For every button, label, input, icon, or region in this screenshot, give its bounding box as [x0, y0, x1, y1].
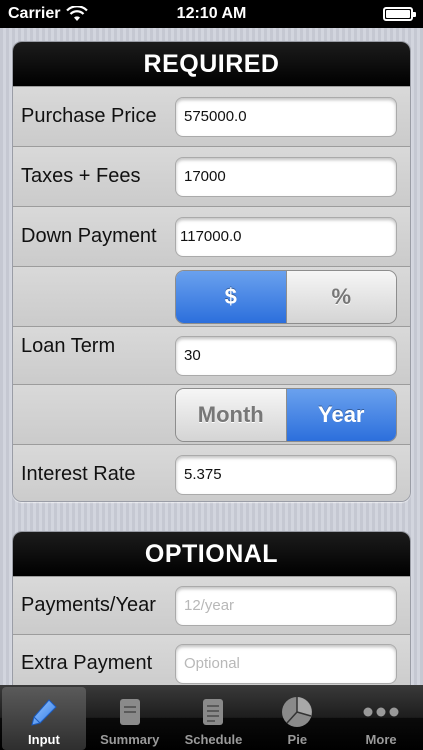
down-payment-label: Down Payment — [21, 225, 157, 247]
tab-pie[interactable]: Pie — [255, 685, 339, 750]
loan-term-unit-control: Month Year — [175, 387, 397, 442]
more-dots-icon — [362, 694, 400, 730]
purchase-price-label: Purchase Price — [21, 105, 157, 127]
tab-schedule-label: Schedule — [184, 732, 243, 747]
taxes-fees-row: Taxes + Fees 17000 — [13, 146, 410, 206]
down-payment-unit-row: $ % — [13, 266, 410, 326]
carrier-label: Carrier — [8, 5, 61, 22]
tab-bar: Input Summary Schedule Pie More — [0, 685, 423, 750]
purchase-price-input[interactable]: 575000.0 — [175, 96, 397, 137]
tab-more[interactable]: More — [339, 685, 423, 750]
taxes-fees-label: Taxes + Fees — [21, 165, 141, 187]
tab-schedule[interactable]: Schedule — [172, 685, 256, 750]
required-header: REQUIRED — [13, 42, 410, 86]
wifi-icon — [66, 6, 89, 21]
month-segment[interactable]: Month — [176, 388, 286, 441]
percent-segment[interactable]: % — [285, 270, 396, 323]
interest-rate-row: Interest Rate 5.375 — [13, 444, 410, 501]
loan-term-unit-row: Month Year — [13, 384, 410, 444]
pie-chart-icon — [278, 694, 316, 730]
battery-icon — [383, 7, 416, 21]
payments-per-year-input[interactable]: 12/year — [175, 585, 397, 626]
loan-term-label: Loan Term — [21, 335, 116, 357]
pencil-icon — [25, 694, 63, 730]
optional-section: OPTIONAL Payments/Year 12/year Extra Pay… — [12, 531, 411, 691]
loan-term-row: Loan Term 30 — [13, 326, 410, 384]
taxes-fees-input[interactable]: 17000 — [175, 156, 397, 197]
tab-summary-label: Summary — [100, 732, 160, 747]
payments-per-year-label: Payments/Year — [21, 594, 156, 616]
status-bar: Carrier 12:10 AM — [0, 0, 423, 28]
tab-pie-label: Pie — [287, 732, 308, 747]
required-section: REQUIRED Purchase Price 575000.0 Taxes +… — [12, 41, 411, 502]
payments-per-year-row: Payments/Year 12/year — [13, 576, 410, 634]
optional-header: OPTIONAL — [13, 532, 410, 576]
dollar-segment[interactable]: $ — [176, 270, 286, 323]
down-payment-unit-control: $ % — [175, 269, 397, 324]
extra-payment-input[interactable]: Optional — [175, 643, 397, 684]
tab-input[interactable]: Input — [2, 687, 86, 750]
tab-input-label: Input — [28, 732, 60, 747]
interest-rate-label: Interest Rate — [21, 463, 136, 485]
list-document-icon — [194, 694, 232, 730]
tab-more-label: More — [365, 732, 397, 747]
purchase-price-row: Purchase Price 575000.0 — [13, 86, 410, 146]
interest-rate-input[interactable]: 5.375 — [175, 454, 397, 495]
status-left: Carrier — [8, 5, 89, 23]
loan-term-input[interactable]: 30 — [175, 335, 397, 376]
document-icon — [111, 694, 149, 730]
year-segment[interactable]: Year — [285, 388, 396, 441]
extra-payment-label: Extra Payment — [21, 652, 153, 674]
tab-summary[interactable]: Summary — [88, 685, 172, 750]
down-payment-input[interactable]: 117000.0 — [175, 216, 397, 257]
down-payment-row: Down Payment 117000.0 — [13, 206, 410, 266]
extra-payment-row: Extra Payment Optional — [13, 634, 410, 690]
